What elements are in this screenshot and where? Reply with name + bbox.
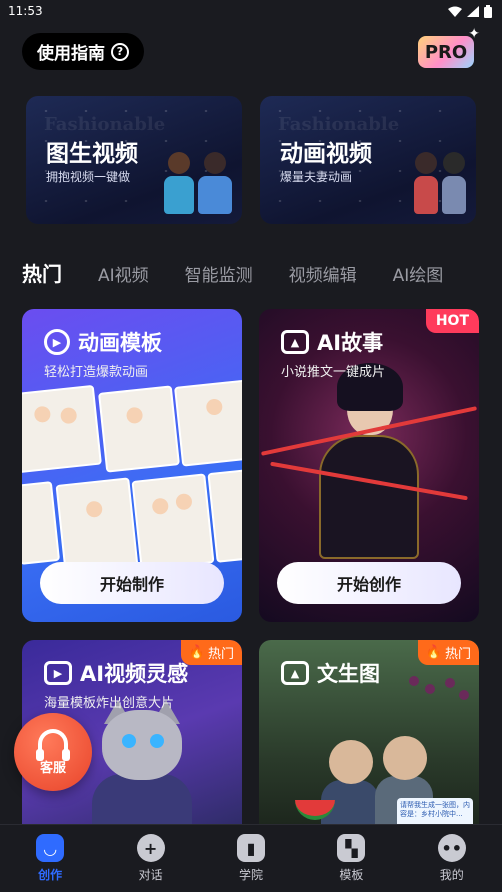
- card-title: AI故事: [317, 331, 384, 355]
- customer-service-button[interactable]: 客服: [14, 713, 92, 791]
- nav-item-profile[interactable]: •• 我的: [412, 834, 492, 883]
- card-title: AI视频灵感: [80, 662, 189, 686]
- signal-icon: [467, 5, 479, 17]
- trending-badge: 🔥 热门: [180, 640, 242, 665]
- banner-illustration: [414, 152, 466, 214]
- nav-item-template[interactable]: ▚ 模板: [311, 834, 391, 883]
- image-icon: ▲: [281, 661, 309, 685]
- battery-icon: [484, 4, 492, 18]
- card-animation-template[interactable]: ▶ 动画模板 轻松打造爆款动画 开始制作: [22, 309, 242, 622]
- play-icon: ▶: [44, 329, 70, 355]
- card-subtitle: 海量模板炸出创意大片: [44, 696, 175, 711]
- card-ai-story[interactable]: HOT ▲ AI故事 小说推文一键成片 开始创作: [259, 309, 479, 622]
- status-bar: 11:53: [0, 0, 502, 22]
- grape-decoration: [409, 676, 419, 686]
- nav-label: 学院: [238, 868, 263, 882]
- nav-label: 对话: [138, 868, 163, 882]
- nav-item-create[interactable]: ◡ 创作: [10, 834, 90, 883]
- pro-label: PRO: [424, 41, 468, 63]
- trending-label: 热门: [207, 647, 234, 662]
- tab-smart-monitor[interactable]: 智能监测: [185, 261, 253, 286]
- tab-hot[interactable]: 热门: [22, 258, 62, 287]
- card-header: ▲ 文生图: [281, 658, 380, 688]
- guide-button[interactable]: 使用指南 ?: [22, 33, 144, 70]
- card-header: ▶ 动画模板: [44, 327, 162, 357]
- grape-decoration: [445, 678, 455, 688]
- card-header: ▶ AI视频灵感: [44, 658, 188, 688]
- video-icon: ▶: [44, 661, 72, 685]
- card-title: 动画模板: [78, 331, 162, 355]
- nav-label: 我的: [439, 868, 464, 882]
- warrior-illustration: [309, 359, 429, 559]
- card-header: ▲ AI故事: [281, 327, 383, 357]
- academy-icon: ▮: [236, 834, 265, 862]
- elder-man-head: [383, 736, 427, 780]
- status-icons: [448, 4, 492, 18]
- banner-title: 动画视频: [280, 141, 372, 167]
- banner-illustration: [164, 152, 232, 214]
- elder-woman-head: [329, 740, 373, 784]
- fire-icon: 🔥: [425, 645, 442, 660]
- banner-subtitle: 拥抱视频一键做: [46, 170, 131, 184]
- nav-item-chat[interactable]: + 对话: [111, 834, 191, 883]
- banner-title: 图生视频: [46, 141, 138, 167]
- banner-image-to-video[interactable]: Fashionable 图生视频 拥抱视频一键做: [26, 96, 242, 224]
- start-make-button[interactable]: 开始制作: [40, 562, 224, 604]
- tab-ai-video[interactable]: AI视频: [98, 261, 149, 286]
- fire-icon: 🔥: [188, 645, 205, 660]
- cat-illustration: [82, 700, 202, 840]
- profile-icon: ••: [437, 834, 466, 862]
- tab-ai-draw[interactable]: AI绘图: [393, 261, 444, 286]
- nav-label: 创作: [38, 868, 63, 882]
- category-tabs: 热门 AI视频 智能监测 视频编辑 AI绘图: [22, 258, 479, 287]
- comic-illustration: [22, 379, 242, 589]
- banner-watermark: Fashionable: [44, 114, 166, 135]
- trending-label: 热门: [444, 647, 471, 662]
- chat-icon: +: [136, 834, 165, 862]
- grape-decoration: [459, 690, 469, 700]
- start-create-button[interactable]: 开始创作: [277, 562, 461, 604]
- trending-badge: 🔥 热门: [417, 640, 479, 665]
- nav-item-academy[interactable]: ▮ 学院: [211, 834, 291, 883]
- banner-watermark: Fashionable: [278, 114, 400, 135]
- banner-animation-video[interactable]: Fashionable 动画视频 爆量夫妻动画: [260, 96, 476, 224]
- template-icon: ▚: [337, 834, 366, 862]
- card-title: 文生图: [317, 662, 380, 686]
- nav-label: 模板: [339, 868, 364, 882]
- image-icon: ▲: [281, 330, 309, 354]
- headset-icon: [36, 728, 70, 761]
- hot-badge: HOT: [425, 309, 479, 333]
- help-icon: ?: [111, 42, 129, 61]
- wifi-icon: [448, 6, 462, 17]
- banner-subtitle: 爆量夫妻动画: [280, 170, 353, 184]
- create-icon: ◡: [36, 834, 65, 862]
- guide-label: 使用指南: [37, 44, 105, 64]
- card-subtitle: 轻松打造爆款动画: [44, 365, 149, 380]
- pro-button[interactable]: PRO ✦: [418, 26, 480, 68]
- sparkle-icon: ✦: [468, 26, 480, 42]
- grape-decoration: [425, 684, 435, 694]
- status-time: 11:53: [8, 4, 43, 18]
- card-text-to-image[interactable]: 请帮我生成一张图，内容是：乡村小院中... 🔥 热门 ▲ 文生图: [259, 640, 479, 840]
- tab-video-edit[interactable]: 视频编辑: [289, 261, 357, 286]
- bottom-nav: ◡ 创作 + 对话 ▮ 学院 ▚ 模板 •• 我的: [0, 824, 502, 892]
- card-subtitle: 小说推文一键成片: [281, 365, 386, 380]
